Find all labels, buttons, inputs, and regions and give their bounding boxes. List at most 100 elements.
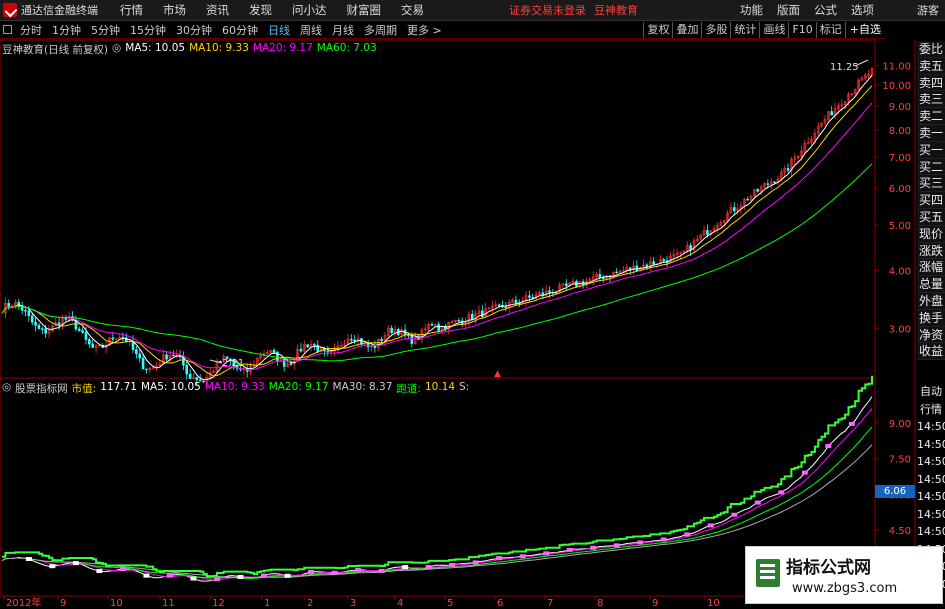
sub-ma5-line [1, 396, 873, 582]
signal-marker [472, 560, 479, 565]
runway-value: 10.14 [424, 381, 456, 393]
candle-body [746, 198, 750, 201]
watermark-logo-icon [756, 559, 780, 587]
kline-chart[interactable]: 11.00 10.00 9.00 8.00 7.00 6.00 5.00 4.00 3.00 9.… [0, 0, 945, 609]
signal-marker [166, 573, 173, 578]
quote-row: 委比 [917, 41, 945, 58]
price-tick-label: 4.00 [889, 266, 911, 277]
sub-price-highlight: 6.06 [875, 485, 915, 498]
ma5-value: MA5: 10.05 [125, 42, 186, 54]
candle-body [138, 353, 142, 359]
candle-body [645, 264, 649, 268]
candle-body [514, 299, 518, 304]
quote-row: 卖一 [917, 124, 945, 142]
sub-tick-label: 7.50 [889, 455, 911, 466]
date-tick-label: 11 [162, 598, 175, 609]
date-tick-label: 6 [497, 598, 503, 609]
candle-body [504, 306, 508, 309]
candle-body [84, 332, 88, 340]
signal-marker [308, 569, 315, 574]
signal-marker [449, 563, 456, 568]
candle-body [773, 181, 776, 184]
candle-body [380, 339, 383, 341]
candle-body [141, 357, 145, 370]
tick-row: 14:50 [917, 507, 945, 521]
signal-marker [778, 490, 785, 495]
sub-tick-label: 4.50 [889, 526, 911, 537]
candle-body [548, 290, 551, 293]
settings-icon[interactable]: ◎ [112, 42, 121, 56]
trading-terminal: 通达信金融终端 行情 市场 资讯 发现 问小达 财富圈 交易 证券交易未登录 豆… [0, 0, 945, 609]
candle-body [430, 324, 434, 326]
watermark: 指标公式网 www.zbgs3.com [745, 546, 943, 604]
date-tick-label: 9 [60, 598, 66, 609]
candle-body [313, 344, 316, 346]
signal-marker [731, 512, 738, 517]
candle-body [91, 343, 94, 348]
date-tick-label: 9 [652, 598, 658, 609]
candle-body [457, 320, 461, 322]
signal-marker [825, 443, 832, 448]
sub-ma5-value: MA5: 10.05 [140, 381, 201, 393]
ma20-line [1, 102, 873, 371]
settings-icon[interactable]: ◎ [2, 381, 11, 395]
candle-body [77, 328, 81, 331]
candle-body [145, 368, 148, 371]
signal-marker [331, 570, 338, 575]
candle-body [282, 358, 286, 367]
signal-marker [425, 564, 432, 569]
s-label: S: [459, 381, 470, 393]
signal-marker [119, 567, 126, 572]
candle-body [497, 304, 501, 306]
date-tick-label: 4 [397, 598, 403, 609]
signal-marker [848, 421, 855, 426]
candle-body [615, 271, 619, 274]
tick-row: 14:50 [917, 455, 945, 468]
signal-marker [566, 547, 573, 552]
candle-body [7, 303, 11, 307]
ma10-value: MA10: 9.33 [189, 42, 249, 54]
date-tick-label: 1 [264, 598, 270, 609]
date-tick-label: 7 [547, 598, 553, 609]
quote-row: 涨跌 [917, 242, 945, 260]
signal-marker [590, 545, 597, 550]
sub-ma10-value: MA10: 9.33 [204, 381, 265, 393]
sub-indicator-info: ◎ 股票指标网 市值: 117.71 MA5: 10.05 MA10: 9.33… [2, 381, 469, 395]
quote-row: 买二 [917, 158, 945, 176]
candle-body [27, 310, 31, 317]
signal-marker [378, 568, 385, 573]
quote-row: 买四 [917, 192, 945, 209]
price-tick-label: 11.00 [882, 61, 911, 72]
candle-body [437, 324, 440, 331]
candle-body [481, 310, 484, 318]
date-tick-label: 2 [307, 598, 313, 609]
candle-body [830, 111, 833, 116]
candle-body [88, 339, 91, 345]
signal-marker [707, 523, 714, 528]
signal-marker [660, 537, 667, 542]
quote-row: 买一 [917, 141, 945, 159]
market-value: 117.71 [100, 381, 137, 393]
candle-body [24, 310, 27, 312]
candle-body [41, 328, 44, 330]
signal-marker [96, 569, 103, 574]
quote-row: 买五 [917, 208, 945, 226]
date-tick-label: 10 [110, 598, 123, 609]
signal-marker [237, 574, 244, 579]
quote-row: 买三 [917, 175, 945, 193]
quote-row: 卖四 [917, 74, 945, 92]
quote-row: 卖二 [917, 108, 945, 125]
candle-body [299, 348, 303, 352]
stock-title: 豆神教育(日线 前复权) [2, 44, 109, 56]
candle-body [272, 349, 276, 353]
watermark-title: 指标公式网 [786, 558, 871, 578]
tick-row: 14:50 [917, 472, 945, 486]
signal-marker [72, 561, 79, 566]
signal-marker [543, 551, 550, 556]
candle-body [732, 207, 736, 212]
tick-row: 行情 [920, 402, 942, 416]
candle-body [598, 274, 602, 278]
candle-body [81, 330, 84, 333]
candle-body [172, 354, 175, 357]
signal-marker [213, 577, 220, 582]
